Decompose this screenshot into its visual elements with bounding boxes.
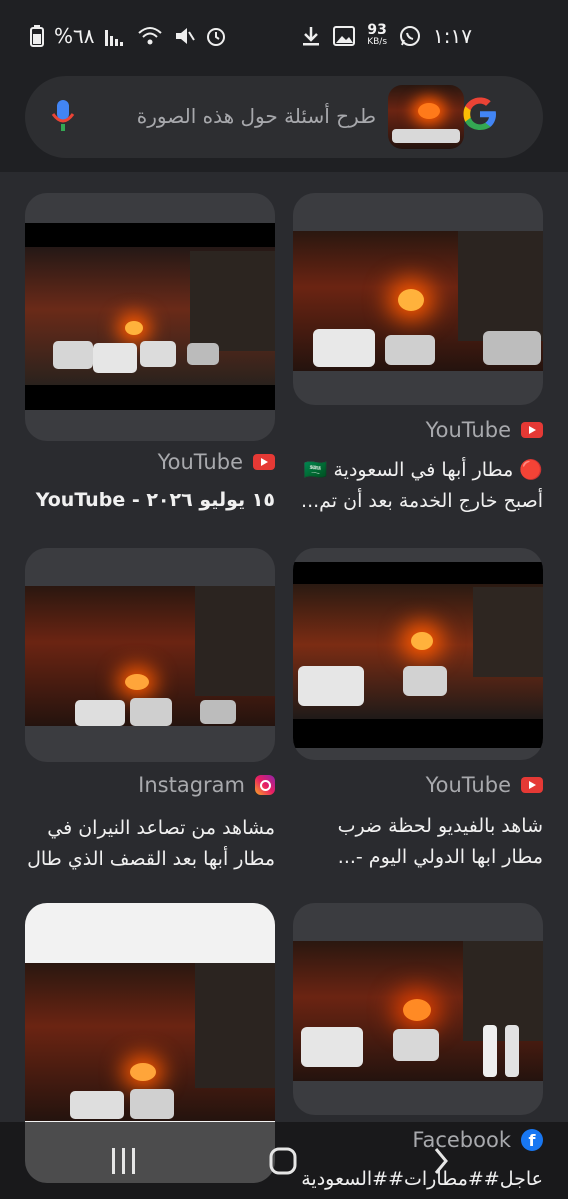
fire-glow [125, 321, 143, 335]
building-shape [473, 587, 543, 677]
fire-glow [418, 103, 440, 119]
result-3-thumbnail [293, 562, 543, 748]
clock: ١:١٧ [433, 24, 472, 48]
car-shape [53, 341, 93, 369]
net-speed-value: 93 [367, 22, 387, 38]
net-speed-unit: KB/s [367, 37, 388, 47]
car-shape [298, 666, 364, 706]
result-2-source-label: YouTube [157, 450, 243, 474]
car-shape [140, 341, 176, 367]
fire-glow [398, 289, 424, 311]
result-3-title-line2[interactable]: مطار ابها الدولي اليوم -... [293, 842, 543, 873]
result-5-thumbnail [293, 941, 543, 1081]
result-1-title-line1[interactable]: 🔴 مطار أبها في السعودية 🇸🇦 [293, 455, 543, 486]
car-shape [313, 329, 375, 367]
result-1-title-line2[interactable]: أصبح خارج الخدمة بعد أن تم... [293, 486, 543, 517]
recents-icon[interactable] [110, 1146, 138, 1176]
battery-icon [30, 25, 44, 47]
status-right: 93 KB/s ١:١٧ [301, 22, 472, 48]
result-4-title-line1[interactable]: مشاهد من تصاعد النيران في [25, 813, 275, 844]
search-image-thumbnail[interactable] [388, 85, 464, 149]
person-shape [505, 1025, 519, 1077]
gallery-icon [333, 26, 356, 46]
result-5-source[interactable]: Facebook f [412, 1128, 543, 1152]
car-shape [93, 343, 137, 373]
car-shape [200, 700, 236, 724]
fire-glow [411, 632, 433, 650]
car-shape [385, 335, 435, 365]
result-4-title-line2[interactable]: مطار أبها بعد القصف الذي طال... [25, 844, 275, 875]
person-shape [483, 1025, 497, 1077]
result-4-source-label: Instagram [138, 773, 245, 797]
result-4-source[interactable]: Instagram [138, 773, 275, 797]
car-shape [403, 666, 447, 696]
whatsapp-icon [400, 26, 421, 46]
youtube-icon [521, 777, 543, 793]
wifi-icon [137, 27, 162, 45]
result-card-2[interactable] [25, 193, 275, 441]
building-shape [190, 251, 275, 351]
status-left: %٦٨ [30, 24, 227, 48]
car-shape [130, 1089, 174, 1119]
result-1-thumbnail [293, 231, 543, 371]
download-icon [303, 27, 320, 46]
battery-percent: %٦٨ [54, 24, 95, 48]
net-speed: 93 KB/s [367, 22, 388, 48]
mic-icon[interactable] [48, 98, 78, 134]
alarm-icon [206, 28, 225, 46]
result-1-source-label: YouTube [425, 418, 511, 442]
car-shape [187, 343, 219, 365]
car-shape [301, 1027, 363, 1067]
signal-icon [104, 30, 123, 46]
car-shape [392, 129, 460, 143]
result-2-thumbnail [25, 223, 275, 410]
fire-glow [403, 999, 431, 1021]
fire-glow [125, 674, 149, 690]
car-shape [483, 331, 541, 365]
result-3-source-label: YouTube [425, 773, 511, 797]
car-shape [393, 1029, 439, 1061]
result-2-title-line1[interactable]: ١٥ يوليو ٢٠٢٦ - YouTube [25, 485, 275, 516]
result-6-thumbnail [25, 963, 275, 1121]
car-shape [70, 1091, 124, 1119]
building-shape [463, 941, 543, 1041]
mute-icon [175, 28, 195, 44]
car-shape [130, 698, 172, 726]
result-4-thumbnail [25, 586, 275, 726]
facebook-icon: f [521, 1129, 543, 1151]
building-shape [458, 231, 543, 341]
result-card-5[interactable] [293, 903, 543, 1115]
instagram-icon [255, 775, 275, 795]
youtube-icon [253, 454, 275, 470]
result-2-source[interactable]: YouTube [158, 450, 275, 474]
result-card-4[interactable] [25, 548, 275, 762]
google-logo[interactable] [460, 94, 500, 134]
youtube-icon [521, 422, 543, 438]
status-bar: %٦٨ 93 KB/s ١:١٧ [0, 22, 568, 54]
result-5-title-line1[interactable]: عاجل##مطارات##السعودية [293, 1164, 543, 1195]
building-shape [195, 963, 275, 1088]
result-3-source[interactable]: YouTube [426, 773, 543, 797]
result-card-3[interactable] [293, 548, 543, 760]
car-shape [75, 700, 125, 726]
fire-glow [130, 1063, 156, 1081]
result-5-source-label: Facebook [412, 1128, 511, 1152]
result-card-1[interactable] [293, 193, 543, 405]
result-3-title-line1[interactable]: شاهد بالفيديو لحظة ضرب [293, 811, 543, 842]
building-shape [195, 586, 275, 696]
result-1-source[interactable]: YouTube [426, 418, 543, 442]
search-placeholder[interactable]: طرح أسئلة حول هذه الصورة [137, 104, 376, 128]
